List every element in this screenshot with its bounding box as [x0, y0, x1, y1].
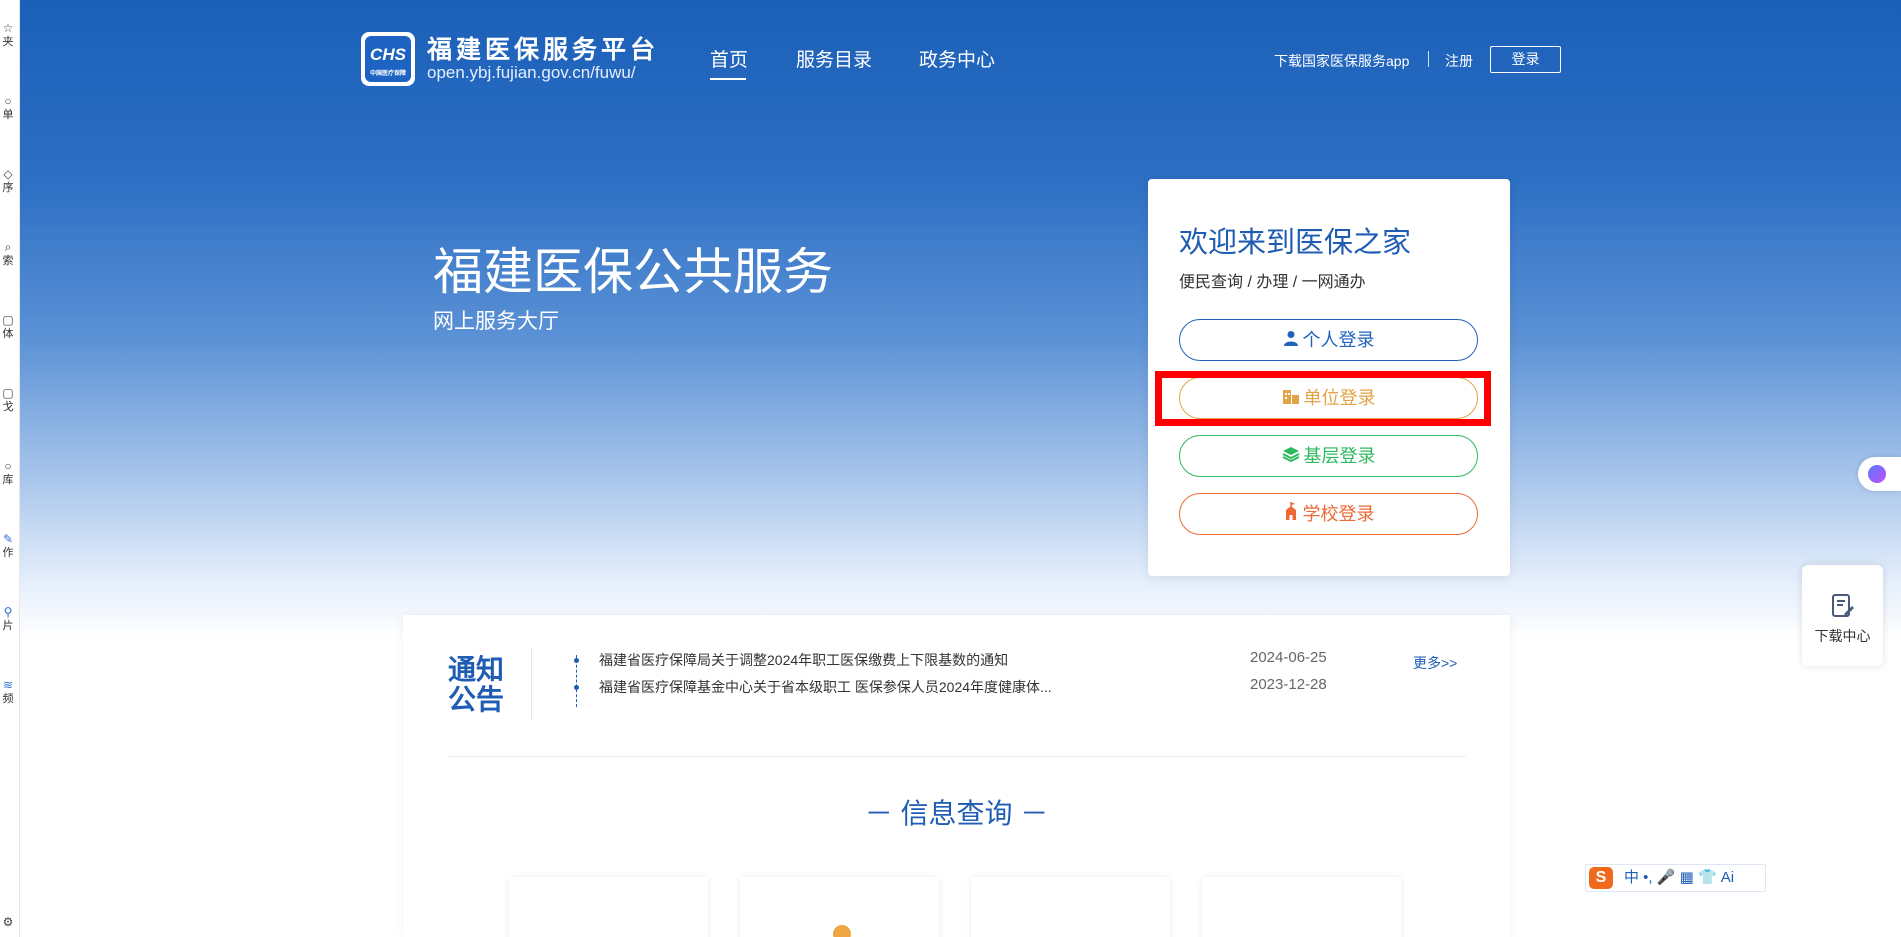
hero-title: 福建医保公共服务	[433, 244, 833, 300]
download-center-label: 下载中心	[1814, 628, 1871, 644]
chs-logo-icon: CHS 中国医疗保障	[365, 36, 411, 82]
notice-divider	[531, 648, 532, 720]
sidebar-item-media[interactable]: ▢ 体	[0, 313, 19, 341]
hero-background	[20, 0, 1901, 640]
circle-icon: ○	[4, 459, 12, 473]
layers-icon	[1282, 436, 1300, 476]
query-card[interactable]	[971, 877, 1170, 937]
header-login-button[interactable]: 登录	[1490, 46, 1561, 73]
notice-date: 2023-12-28	[1250, 676, 1327, 693]
hero-subtitle: 网上服务大厅	[433, 310, 559, 333]
ime-controls: 中 •, 🎤 ▦ 👕 Ai	[1624, 869, 1735, 886]
ime-toolbar[interactable]: S 中 •, 🎤 ▦ 👕 Ai	[1585, 864, 1766, 892]
login-card-title: 欢迎来到医保之家	[1179, 227, 1412, 259]
square-icon: ▢	[2, 386, 14, 400]
highlight-annotation	[1155, 371, 1491, 426]
sidebar-item-video[interactable]: ≋ 频	[0, 678, 19, 706]
personal-login-button[interactable]: 个人登录	[1179, 319, 1478, 361]
sidebar-item-search[interactable]: ⌕ 索	[0, 240, 19, 268]
section-divider	[448, 756, 1466, 757]
location-icon	[833, 925, 851, 937]
sidebar-item-images[interactable]: ⚲ 片	[0, 605, 19, 633]
timeline-dot	[574, 658, 579, 663]
pen-icon: ✎	[2, 532, 14, 546]
nav-service-catalog[interactable]: 服务目录	[796, 45, 872, 72]
main-content-card: 通知 公告 福建省医疗保障局关于调整2024年职工医保缴费上下限基数的通知 20…	[403, 615, 1510, 937]
header-divider	[1428, 51, 1429, 67]
search-icon: ⌕	[4, 240, 12, 254]
person-icon	[1283, 320, 1299, 360]
site-logo[interactable]: CHS 中国医疗保障	[361, 32, 415, 86]
diamond-icon: ◇	[3, 167, 13, 181]
download-app-link[interactable]: 下载国家医保服务app	[1274, 51, 1409, 71]
notice-title: 通知 公告	[448, 654, 505, 715]
nav-government-center[interactable]: 政务中心	[919, 45, 995, 72]
site-url: open.ybj.fujian.gov.cn/fuwu/	[427, 63, 636, 82]
nav-active-indicator	[710, 78, 746, 80]
notice-more-link[interactable]: 更多>>	[1413, 653, 1457, 673]
nav-home[interactable]: 首页	[710, 45, 748, 72]
square-icon: ▢	[2, 313, 14, 327]
notice-date: 2024-06-25	[1250, 649, 1327, 666]
sidebar-item-game[interactable]: ▢ 戈	[0, 386, 19, 414]
register-link[interactable]: 注册	[1445, 51, 1473, 71]
browser-sidebar: ☆ 夹 ○ 单 ◇ 序 ⌕ 索 ▢ 体 ▢ 戈 ○ 库 ✎ 作 ⚲ 片 ≋ 频 …	[0, 0, 20, 937]
site-title: 福建医保服务平台	[427, 36, 660, 64]
query-card[interactable]	[509, 877, 708, 937]
gear-icon: ⚙	[2, 915, 14, 929]
sidebar-item-list[interactable]: ○ 单	[0, 94, 19, 122]
login-card-subtitle: 便民查询 / 办理 / 一网通办	[1179, 274, 1366, 291]
notice-item-link[interactable]: 福建省医疗保障局关于调整2024年职工医保缴费上下限基数的通知	[599, 650, 1008, 670]
school-icon	[1283, 494, 1299, 534]
sidebar-item-create[interactable]: ✎ 作	[0, 532, 19, 560]
ai-assistant-icon	[1868, 465, 1886, 483]
query-card[interactable]	[740, 877, 939, 937]
sidebar-item-favorites[interactable]: ☆ 夹	[0, 21, 19, 49]
image-icon: ⚲	[3, 605, 13, 619]
download-center-button[interactable]: 下载中心	[1802, 565, 1883, 666]
timeline-dot	[574, 685, 579, 690]
star-icon: ☆	[2, 21, 14, 35]
ai-assistant-float[interactable]	[1858, 457, 1901, 491]
school-login-button[interactable]: 学校登录	[1179, 493, 1478, 535]
info-query-title: － 信息查询 －	[864, 798, 1049, 829]
sidebar-item-program[interactable]: ◇ 序	[0, 167, 19, 195]
query-card[interactable]	[1202, 877, 1401, 937]
notice-item-link[interactable]: 福建省医疗保障基金中心关于省本级职工 医保参保人员2024年度健康体...	[599, 677, 1052, 697]
video-icon: ≋	[2, 678, 14, 692]
sidebar-item-library[interactable]: ○ 库	[0, 459, 19, 487]
circle-icon: ○	[4, 94, 12, 108]
sogou-logo-icon: S	[1589, 867, 1613, 889]
grassroots-login-button[interactable]: 基层登录	[1179, 435, 1478, 477]
sidebar-item-settings[interactable]: ⚙	[0, 915, 19, 929]
document-edit-icon	[1828, 592, 1856, 620]
